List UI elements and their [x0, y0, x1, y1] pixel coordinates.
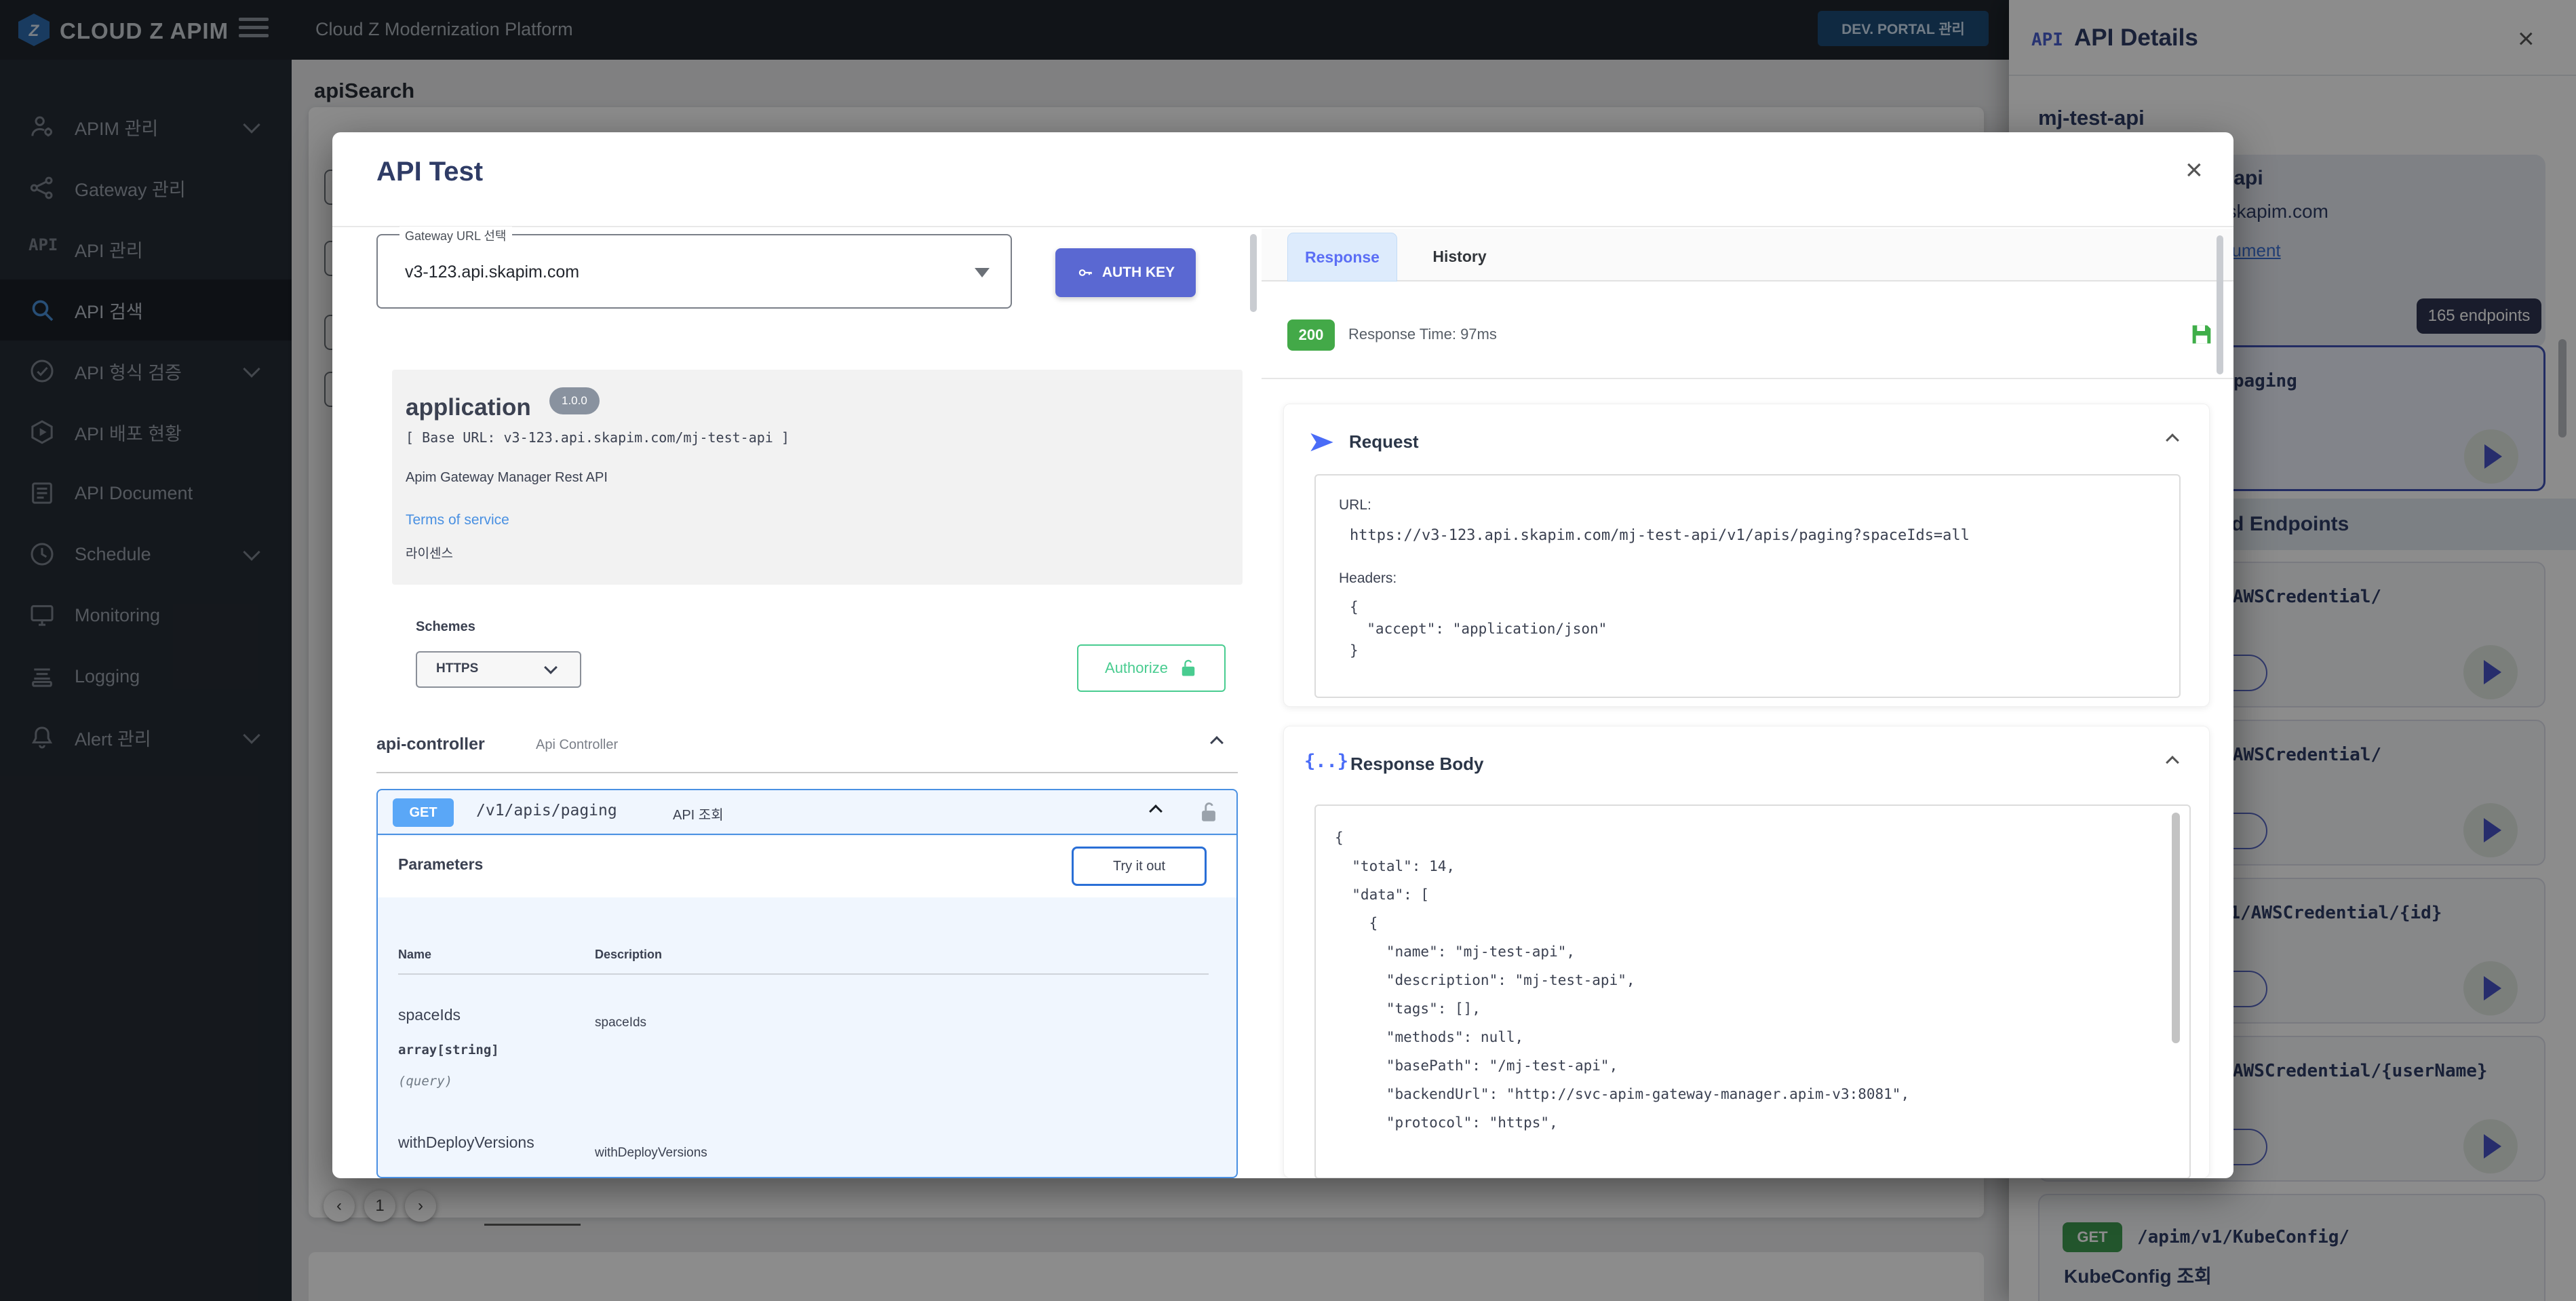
collapse-response-icon[interactable] — [2166, 756, 2179, 769]
braces-icon: {..} — [1304, 751, 1348, 772]
response-body-title: Response Body — [1350, 754, 1484, 775]
response-time-text: Response Time: 97ms — [1348, 326, 1497, 343]
operation-path: /v1/apis/paging — [476, 802, 617, 819]
result-tabs: Response History — [1262, 229, 2233, 281]
modal-header-divider — [332, 226, 2233, 227]
swagger-app-name: application — [406, 394, 531, 421]
unlock-icon — [1179, 658, 1198, 678]
request-url: https://v3-123.api.skapim.com/mj-test-ap… — [1350, 527, 1970, 544]
status-divider — [1262, 378, 2233, 379]
swagger-base-url: [ Base URL: v3-123.api.skapim.com/mj-tes… — [406, 429, 789, 446]
modal-close-icon[interactable]: × — [2185, 155, 2203, 185]
terms-of-service-link[interactable]: Terms of service — [406, 512, 509, 528]
key-icon — [1076, 264, 1094, 281]
save-icon[interactable] — [2188, 319, 2215, 349]
get-method-badge: GET — [393, 798, 454, 827]
collapse-controller-icon[interactable] — [1210, 736, 1224, 750]
screen: Cloud Z Modernization Platform DEV. PORT… — [0, 0, 2576, 1301]
request-detail-box: URL: https://v3-123.api.skapim.com/mj-te… — [1314, 474, 2181, 698]
parameters-title: Parameters — [398, 855, 483, 874]
controller-divider — [376, 772, 1238, 773]
right-pane-scrollbar[interactable] — [2217, 235, 2223, 374]
auth-key-button[interactable]: AUTH KEY — [1055, 248, 1196, 297]
headers-label: Headers: — [1339, 570, 1397, 587]
authorize-button[interactable]: Authorize — [1077, 644, 1226, 692]
tab-history[interactable]: History — [1412, 233, 1507, 281]
param-table-divider — [398, 973, 1209, 975]
tab-response[interactable]: Response — [1287, 233, 1397, 281]
chevron-down-icon — [544, 661, 558, 674]
parameters-header: Parameters Try it out — [378, 836, 1236, 897]
send-arrow-icon — [1307, 429, 1337, 456]
gateway-url-label: Gateway URL 선택 — [399, 227, 512, 244]
response-body-json: { "total": 14, "data": [ { "name": "mj-t… — [1335, 823, 1909, 1137]
try-it-out-button[interactable]: Try it out — [1072, 847, 1207, 886]
request-title: Request — [1349, 431, 1419, 452]
url-label: URL: — [1339, 497, 1371, 513]
scheme-select[interactable]: HTTPS — [416, 651, 581, 688]
lock-open-icon[interactable] — [1197, 800, 1220, 826]
param-type: array[string] — [398, 1043, 499, 1057]
param-name-column: Name — [398, 948, 431, 962]
swagger-description: Apim Gateway Manager Rest API — [406, 470, 608, 486]
operation-summary: API 조회 — [673, 804, 724, 823]
operation-header[interactable]: GET /v1/apis/paging API 조회 — [378, 790, 1236, 835]
request-card: Request URL: https://v3-123.api.skapim.c… — [1283, 404, 2210, 707]
left-pane-scrollbar[interactable] — [1250, 234, 1257, 312]
scheme-value: HTTPS — [436, 661, 478, 676]
gateway-url-select[interactable]: Gateway URL 선택 v3-123.api.skapim.com — [376, 234, 1012, 309]
param-location: (query) — [398, 1074, 452, 1089]
license-text: 라이센스 — [406, 543, 453, 562]
controller-description: Api Controller — [536, 737, 618, 753]
get-operation-block: GET /v1/apis/paging API 조회 Parameters Tr… — [376, 789, 1238, 1178]
param-description-column: Description — [595, 948, 662, 962]
param-description: spaceIds — [595, 1015, 646, 1030]
select-caret-icon — [975, 268, 990, 277]
response-body-card: {..} Response Body { "total": 14, "data"… — [1283, 726, 2210, 1178]
schemes-label: Schemes — [416, 619, 475, 635]
response-body-box: { "total": 14, "data": [ { "name": "mj-t… — [1314, 804, 2191, 1178]
swagger-info-block: application 1.0.0 [ Base URL: v3-123.api… — [392, 370, 1243, 585]
status-code-badge: 200 — [1287, 319, 1335, 351]
request-headers-json: { "accept": "application/json" } — [1350, 596, 1607, 661]
response-body-scrollbar[interactable] — [2172, 813, 2180, 1043]
collapse-request-icon[interactable] — [2166, 433, 2179, 447]
api-test-modal: API Test × Gateway URL 선택 v3-123.api.ska… — [332, 132, 2233, 1178]
swagger-version-badge: 1.0.0 — [549, 387, 600, 414]
param-name-2: withDeployVersions — [398, 1133, 534, 1152]
param-description-2: withDeployVersions — [595, 1146, 707, 1161]
collapse-operation-icon[interactable] — [1149, 804, 1163, 818]
modal-title: API Test — [376, 157, 483, 187]
controller-name: api-controller — [376, 735, 485, 754]
gateway-url-value: v3-123.api.skapim.com — [405, 263, 579, 282]
param-name: spaceIds — [398, 1006, 461, 1024]
